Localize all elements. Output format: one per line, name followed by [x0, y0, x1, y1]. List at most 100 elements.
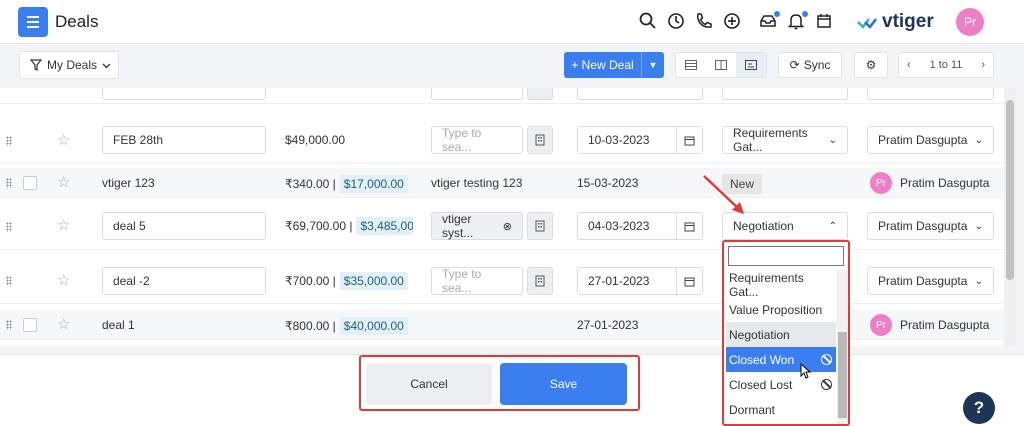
option-negotiation[interactable]: Negotiation — [726, 322, 836, 347]
deal-name[interactable]: vtiger 123 — [102, 176, 155, 190]
lookup-button[interactable] — [527, 88, 553, 100]
dropdown-scrollbar[interactable] — [837, 270, 848, 424]
save-button[interactable]: Save — [500, 363, 627, 405]
org-name[interactable]: vtiger testing 123 — [431, 176, 522, 190]
name-input[interactable]: deal 5 — [102, 212, 266, 240]
mouse-cursor-icon — [800, 363, 812, 379]
chevron-right-icon[interactable]: › — [981, 59, 985, 71]
org-input[interactable]: vtiger syst... ⊗ — [431, 212, 523, 240]
option-label: Closed Lost — [729, 377, 793, 392]
kanban-view-icon[interactable] — [706, 53, 736, 77]
owner-value: Pratim Dasgupta — [900, 318, 990, 332]
option-value-proposition[interactable]: Value Proposition — [726, 297, 836, 322]
option-label: Requirements Gat... — [729, 270, 804, 299]
amount-cell: ₹69,700.00 | $3,485,000.0 — [285, 212, 413, 240]
drag-handle-icon[interactable] — [6, 276, 12, 286]
star-icon[interactable]: ☆ — [57, 216, 70, 234]
option-dormant[interactable]: Dormant — [726, 397, 836, 422]
date-input[interactable]: 04-03-2023 — [577, 212, 703, 240]
org-input[interactable]: Type to sea... — [431, 126, 523, 154]
building-icon[interactable] — [527, 267, 553, 295]
option-closed-lost[interactable]: Closed Lost — [726, 372, 836, 397]
amount-value: ₹69,700.00 | — [285, 219, 353, 233]
calendar-icon[interactable] — [814, 11, 836, 33]
owner-select[interactable] — [867, 88, 994, 100]
amount-converted: $17,000.00 — [339, 175, 408, 193]
sync-label: Sync — [803, 58, 831, 72]
annotation-arrow-icon — [703, 175, 744, 214]
option-label: Dormant — [729, 402, 776, 417]
user-avatar[interactable]: Pr — [956, 8, 984, 36]
drag-handle-icon[interactable] — [6, 320, 12, 330]
star-icon[interactable]: ☆ — [57, 173, 70, 191]
phone-icon[interactable] — [694, 11, 716, 33]
stage-options: Requirements Gat... Value Proposition Ne… — [726, 270, 836, 422]
brand-logo[interactable]: vtiger — [856, 11, 934, 33]
row-checkbox[interactable] — [23, 318, 37, 332]
help-button[interactable]: ? — [963, 392, 995, 424]
name-input[interactable]: FEB 28th — [102, 126, 266, 154]
drag-handle-icon[interactable] — [6, 222, 12, 232]
date-input[interactable]: 10-03-2023 — [577, 126, 703, 154]
new-deal-button[interactable]: + New Deal ▼ — [564, 52, 664, 78]
building-icon[interactable] — [527, 126, 553, 154]
option-label: Closed Won — [729, 352, 795, 367]
settings-button[interactable]: ⚙ — [854, 52, 888, 78]
owner-select[interactable]: Pratim Dasgupta ⌄ — [867, 267, 994, 295]
date-input[interactable] — [577, 88, 703, 100]
deal-name[interactable]: deal 1 — [102, 318, 135, 332]
cancel-button[interactable]: Cancel — [366, 363, 492, 405]
sync-button[interactable]: ⟳ Sync — [778, 52, 842, 78]
calendar-icon[interactable] — [676, 212, 702, 240]
search-icon[interactable] — [638, 11, 660, 33]
drag-handle-icon[interactable] — [6, 178, 12, 188]
edit-view-icon[interactable] — [736, 53, 766, 77]
row-checkbox[interactable] — [23, 176, 37, 190]
owner-value: Pratim Dasgupta — [878, 274, 968, 288]
option-closed-won[interactable]: Closed Won — [726, 347, 836, 372]
star-icon[interactable]: ☆ — [57, 315, 70, 333]
clear-icon[interactable]: ⊗ — [503, 220, 512, 233]
caret-down-icon[interactable]: ▼ — [642, 60, 664, 70]
add-circle-icon[interactable] — [722, 11, 744, 33]
date-input[interactable]: 27-01-2023 — [577, 267, 703, 295]
page-title: Deals — [55, 12, 99, 31]
stage-select[interactable]: Requirements Gat... ⌄ — [722, 126, 848, 154]
amount-cell: ₹800.00 | $40,000.00 — [285, 317, 408, 335]
inbox-icon[interactable] — [758, 11, 780, 33]
name-input[interactable]: deal -2 — [102, 267, 266, 295]
chevron-down-icon — [102, 63, 111, 68]
chevron-down-icon: ⌄ — [974, 275, 983, 287]
table-row: ☆ vtiger 123 ₹340.00 | $17,000.00 vtiger… — [0, 168, 1004, 198]
owner-select[interactable]: Pratim Dasgupta ⌄ — [867, 126, 994, 154]
org-input[interactable] — [431, 88, 523, 100]
pager-label: 1 to 11 — [929, 59, 963, 71]
scroll-thumb[interactable] — [1006, 100, 1014, 280]
menu-icon[interactable] — [18, 7, 48, 37]
calendar-icon[interactable] — [676, 126, 702, 154]
name-input[interactable] — [102, 88, 266, 100]
star-icon[interactable]: ☆ — [57, 271, 70, 289]
org-input[interactable]: Type to sea... — [431, 267, 523, 295]
building-icon[interactable] — [527, 212, 553, 240]
bell-icon[interactable] — [786, 11, 808, 33]
owner-select[interactable]: Pratim Dasgupta ⌄ — [867, 212, 994, 240]
filter-dropdown[interactable]: My Deals — [19, 51, 119, 79]
scroll-thumb[interactable] — [838, 332, 847, 418]
option-requirements[interactable]: Requirements Gat... — [726, 270, 836, 299]
table-scrollbar[interactable] — [1004, 88, 1016, 346]
owner-value: Pratim Dasgupta — [878, 219, 968, 233]
star-icon[interactable]: ☆ — [57, 131, 70, 149]
option-label: Value Proposition — [729, 302, 823, 317]
stage-select[interactable] — [722, 88, 848, 100]
table-row — [0, 88, 1004, 104]
list-view-icon[interactable] — [676, 53, 706, 77]
top-bar: Deals vtiger Pr — [0, 0, 1024, 44]
blocked-icon — [821, 379, 832, 390]
drag-handle-icon[interactable] — [6, 136, 12, 146]
calendar-icon[interactable] — [676, 267, 702, 295]
table-row: ☆ deal -2 ₹700.00 | $35,000.00 Type to s… — [0, 258, 1004, 304]
chevron-left-icon[interactable]: ‹ — [907, 59, 911, 71]
history-icon[interactable] — [666, 11, 688, 33]
dropdown-search-input[interactable] — [728, 246, 844, 266]
